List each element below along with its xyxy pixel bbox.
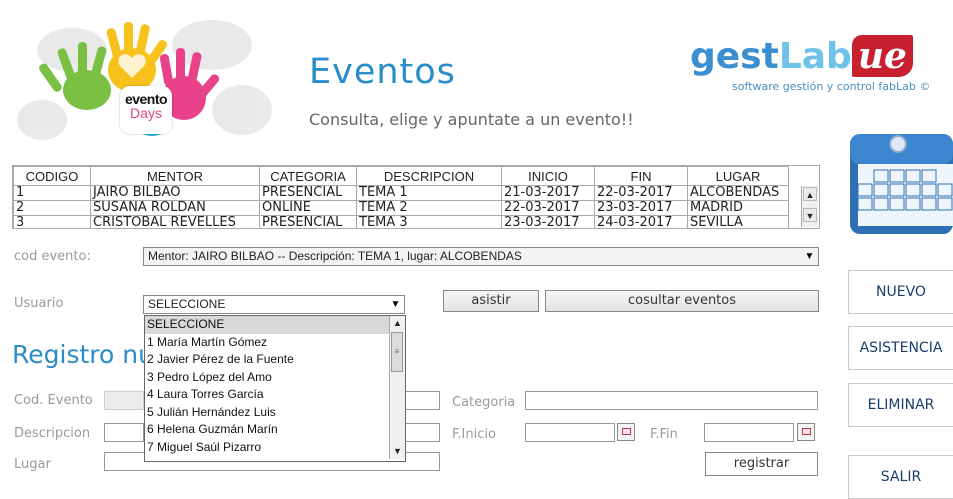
ffin-field[interactable]: [704, 423, 794, 442]
chevron-down-icon[interactable]: ▼: [387, 296, 404, 313]
gestlab-logo: gestLab ue: [690, 35, 913, 77]
usuario-select[interactable]: SELECCIONE ▼: [143, 295, 405, 314]
column-header-categoria[interactable]: CATEGORIA: [259, 166, 357, 186]
calendar-icon: [848, 126, 953, 238]
cell-codigo: 1: [13, 185, 91, 201]
cell-descripcion: TEMA 3: [356, 215, 502, 228]
cell-mentor: CRISTOBAL REVELLES: [90, 215, 260, 228]
cell-mentor: JAIRO BILBAO: [90, 185, 260, 201]
descripcion-field-end[interactable]: [404, 423, 440, 442]
categoria-field[interactable]: [525, 391, 818, 410]
page-subtitle: Consulta, elige y apuntate a un evento!!: [309, 110, 634, 129]
cell-inicio: 23-03-2017: [501, 215, 595, 228]
cell-mentor: SUSANA ROLDAN: [90, 200, 260, 216]
cell-inicio: 22-03-2017: [501, 200, 595, 216]
usuario-label: Usuario: [14, 296, 64, 311]
ffin-label: F.Fin: [650, 427, 678, 442]
cell-categoria: PRESENCIAL: [259, 185, 357, 201]
table-row[interactable]: 1 JAIRO BILBAO PRESENCIAL TEMA 1 21-03-2…: [13, 185, 789, 201]
scroll-thumb[interactable]: ≡: [391, 332, 403, 372]
column-header-inicio[interactable]: INICIO: [501, 166, 595, 186]
table-row[interactable]: 3 CRISTOBAL REVELLES PRESENCIAL TEMA 3 2…: [13, 215, 789, 228]
list-item[interactable]: SELECCIONE: [145, 316, 405, 334]
finicio-field[interactable]: [525, 423, 615, 442]
list-item[interactable]: 2 Javier Pérez de la Fuente: [145, 351, 405, 369]
cell-inicio: 21-03-2017: [501, 185, 595, 201]
list-item[interactable]: 5 Julián Hernández Luis: [145, 404, 405, 422]
page-title: Eventos: [309, 52, 456, 92]
asistencia-button[interactable]: ASISTENCIA: [848, 326, 953, 370]
cell-codigo: 2: [13, 200, 91, 216]
categoria-label: Categoria: [452, 395, 516, 410]
list-item[interactable]: 6 Helena Guzmán Marín: [145, 421, 405, 439]
cod-evento-value: Mentor: JAIRO BILBAO -- Descripción: TEM…: [148, 249, 522, 263]
cell-codigo: 3: [13, 215, 91, 228]
column-header-descripcion[interactable]: DESCRIPCION: [356, 166, 502, 186]
table-header-row: CODIGO MENTOR CATEGORIA DESCRIPCION INIC…: [13, 166, 789, 186]
usuario-value: SELECCIONE: [148, 297, 226, 311]
chevron-down-icon[interactable]: ▼: [801, 248, 818, 265]
events-table[interactable]: CODIGO MENTOR CATEGORIA DESCRIPCION INIC…: [12, 165, 820, 229]
cell-fin: 22-03-2017: [594, 185, 688, 201]
cod-evento-field-end[interactable]: [404, 391, 440, 410]
column-header-fin[interactable]: FIN: [594, 166, 688, 186]
cod-evento-field-label: Cod. Evento: [14, 393, 93, 408]
eventodays-badge: evento Days: [120, 86, 172, 134]
consultar-eventos-button[interactable]: cosultar eventos: [545, 290, 819, 312]
calendar-picker-icon[interactable]: [797, 423, 815, 441]
brand-part-lab: Lab: [778, 36, 852, 77]
dropdown-scrollbar[interactable]: ▲ ≡ ▼: [389, 316, 405, 459]
list-item[interactable]: 1 María Martín Gómez: [145, 334, 405, 352]
lugar-label: Lugar: [14, 457, 51, 472]
calendar-picker-icon[interactable]: [617, 423, 635, 441]
cell-categoria: PRESENCIAL: [259, 215, 357, 228]
column-header-mentor[interactable]: MENTOR: [90, 166, 260, 186]
cod-evento-field[interactable]: [104, 391, 144, 410]
eventodays-logo: evento Days: [12, 10, 278, 150]
brand-part-gest: gest: [690, 36, 779, 77]
usuario-dropdown-list[interactable]: SELECCIONE 1 María Martín Gómez 2 Javier…: [144, 315, 406, 462]
cell-lugar: SEVILLA: [687, 215, 789, 228]
salir-button[interactable]: SALIR: [848, 455, 953, 499]
table-row[interactable]: 2 SUSANA ROLDAN ONLINE TEMA 2 22-03-2017…: [13, 200, 789, 216]
cell-lugar: MADRID: [687, 200, 789, 216]
brand-tagline: software gestión y control fabLab ©: [732, 80, 931, 93]
scroll-down-icon[interactable]: ▼: [803, 208, 817, 222]
eliminar-button[interactable]: ELIMINAR: [848, 383, 953, 427]
registrar-button[interactable]: registrar: [705, 452, 818, 476]
list-item[interactable]: 3 Pedro López del Amo: [145, 369, 405, 387]
cell-descripcion: TEMA 1: [356, 185, 502, 201]
nuevo-button[interactable]: NUEVO: [848, 270, 953, 314]
brand-part-ue: ue: [851, 35, 913, 77]
descripcion-field[interactable]: [104, 423, 144, 442]
column-header-codigo[interactable]: CODIGO: [13, 166, 91, 186]
list-item[interactable]: 7 Miguel Saúl Pizarro: [145, 439, 405, 457]
scroll-down-icon[interactable]: ▼: [390, 444, 405, 459]
cell-fin: 24-03-2017: [594, 215, 688, 228]
cod-evento-label: cod evento:: [14, 249, 91, 264]
finicio-label: F.Inicio: [452, 427, 496, 442]
scroll-up-icon[interactable]: ▲: [803, 187, 817, 201]
registro-title: Registro nu: [12, 340, 154, 369]
cell-fin: 23-03-2017: [594, 200, 688, 216]
column-header-lugar[interactable]: LUGAR: [687, 166, 789, 186]
cell-categoria: ONLINE: [259, 200, 357, 216]
cell-lugar: ALCOBENDAS: [687, 185, 789, 201]
cell-descripcion: TEMA 2: [356, 200, 502, 216]
list-item[interactable]: 4 Laura Torres García: [145, 386, 405, 404]
descripcion-label: Descripcion: [14, 426, 91, 441]
table-scrollbar[interactable]: ▲ ▼: [801, 186, 818, 227]
cod-evento-select[interactable]: Mentor: JAIRO BILBAO -- Descripción: TEM…: [143, 247, 819, 266]
scroll-up-icon[interactable]: ▲: [390, 316, 405, 331]
asistir-button[interactable]: asistir: [443, 290, 539, 312]
